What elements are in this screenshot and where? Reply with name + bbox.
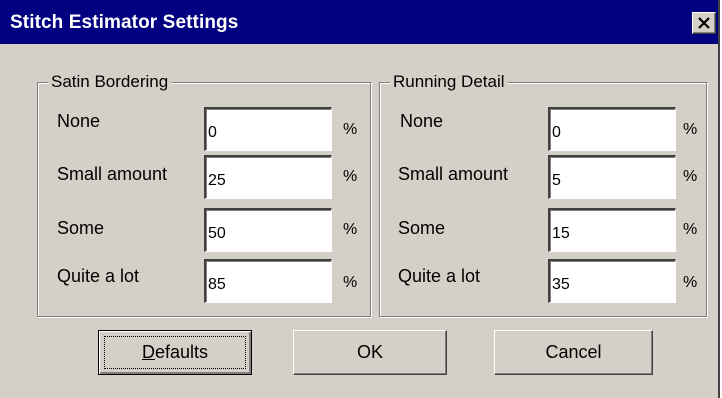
satin-some-input[interactable]	[204, 208, 332, 252]
running-small-percent: %	[683, 168, 698, 185]
satin-small-input[interactable]	[204, 155, 332, 199]
stitch-estimator-dialog: Stitch Estimator Settings Satin Borderin…	[0, 0, 720, 398]
running-none-percent: %	[683, 121, 698, 138]
satin-none-label: None	[57, 111, 101, 131]
satin-quite-input[interactable]	[204, 259, 332, 303]
running-none-label: None	[400, 111, 444, 131]
satin-bordering-group: Satin Bordering None % Small amount % So…	[37, 71, 371, 317]
satin-some-label: Some	[57, 218, 105, 238]
focus-rectangle	[104, 336, 246, 369]
running-some-percent: %	[683, 221, 698, 238]
close-button[interactable]	[692, 12, 716, 34]
defaults-button[interactable]: Defaults	[98, 330, 252, 375]
close-x-icon	[698, 17, 710, 29]
window-title: Stitch Estimator Settings	[10, 12, 239, 33]
running-small-input[interactable]	[548, 155, 676, 199]
running-quite-label: Quite a lot	[398, 266, 481, 286]
title-bar[interactable]: Stitch Estimator Settings	[0, 0, 718, 44]
satin-small-label: Small amount	[57, 164, 168, 184]
running-detail-group: Running Detail None % Small amount % Som…	[379, 71, 707, 317]
running-detail-legend: Running Detail	[390, 71, 508, 93]
satin-quite-label: Quite a lot	[57, 266, 140, 286]
satin-quite-percent: %	[343, 274, 358, 291]
satin-none-percent: %	[343, 121, 358, 138]
satin-none-input[interactable]	[204, 107, 332, 151]
cancel-button[interactable]: Cancel	[494, 330, 653, 375]
satin-small-percent: %	[343, 168, 358, 185]
running-quite-input[interactable]	[548, 259, 676, 303]
running-quite-percent: %	[683, 274, 698, 291]
satin-bordering-legend: Satin Bordering	[48, 71, 172, 93]
ok-button[interactable]: OK	[293, 330, 447, 375]
running-small-label: Small amount	[398, 164, 509, 184]
running-some-label: Some	[398, 218, 446, 238]
running-some-input[interactable]	[548, 208, 676, 252]
satin-some-percent: %	[343, 221, 358, 238]
running-none-input[interactable]	[548, 107, 676, 151]
